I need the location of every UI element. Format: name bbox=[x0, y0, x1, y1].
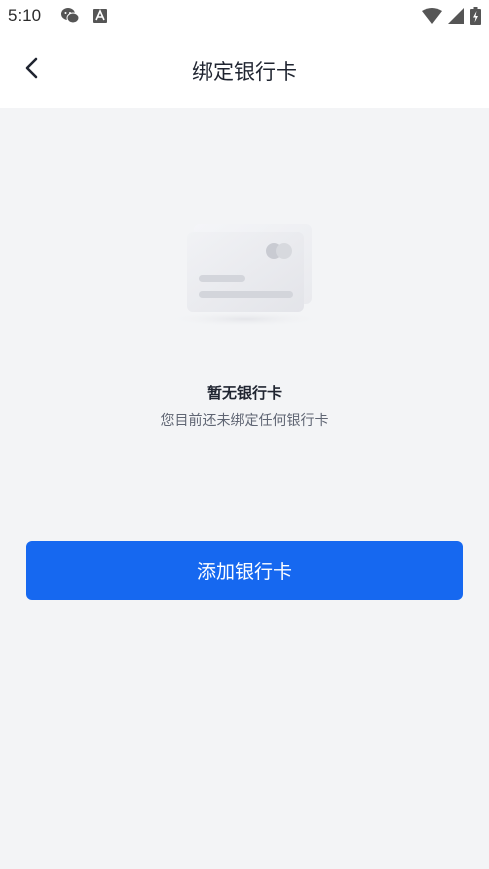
signal-icon bbox=[448, 8, 464, 28]
wechat-icon bbox=[60, 7, 80, 29]
status-bar: 5:10 bbox=[0, 0, 489, 34]
bank-card-icon bbox=[162, 222, 328, 332]
wifi-icon bbox=[422, 8, 442, 28]
status-time: 5:10 bbox=[8, 6, 42, 25]
empty-state-title: 暂无银行卡 bbox=[206, 384, 282, 402]
empty-state-subtitle: 您目前还未绑定任何银行卡 bbox=[160, 413, 329, 429]
page-title: 绑定银行卡 bbox=[192, 60, 297, 84]
status-right-icons bbox=[422, 7, 481, 29]
status-left-icons bbox=[60, 7, 108, 29]
font-app-icon bbox=[92, 8, 108, 28]
battery-charging-icon bbox=[470, 7, 481, 29]
nav-bar: 绑定银行卡 bbox=[0, 34, 489, 108]
add-bank-card-button[interactable]: 添加银行卡 bbox=[26, 541, 463, 600]
